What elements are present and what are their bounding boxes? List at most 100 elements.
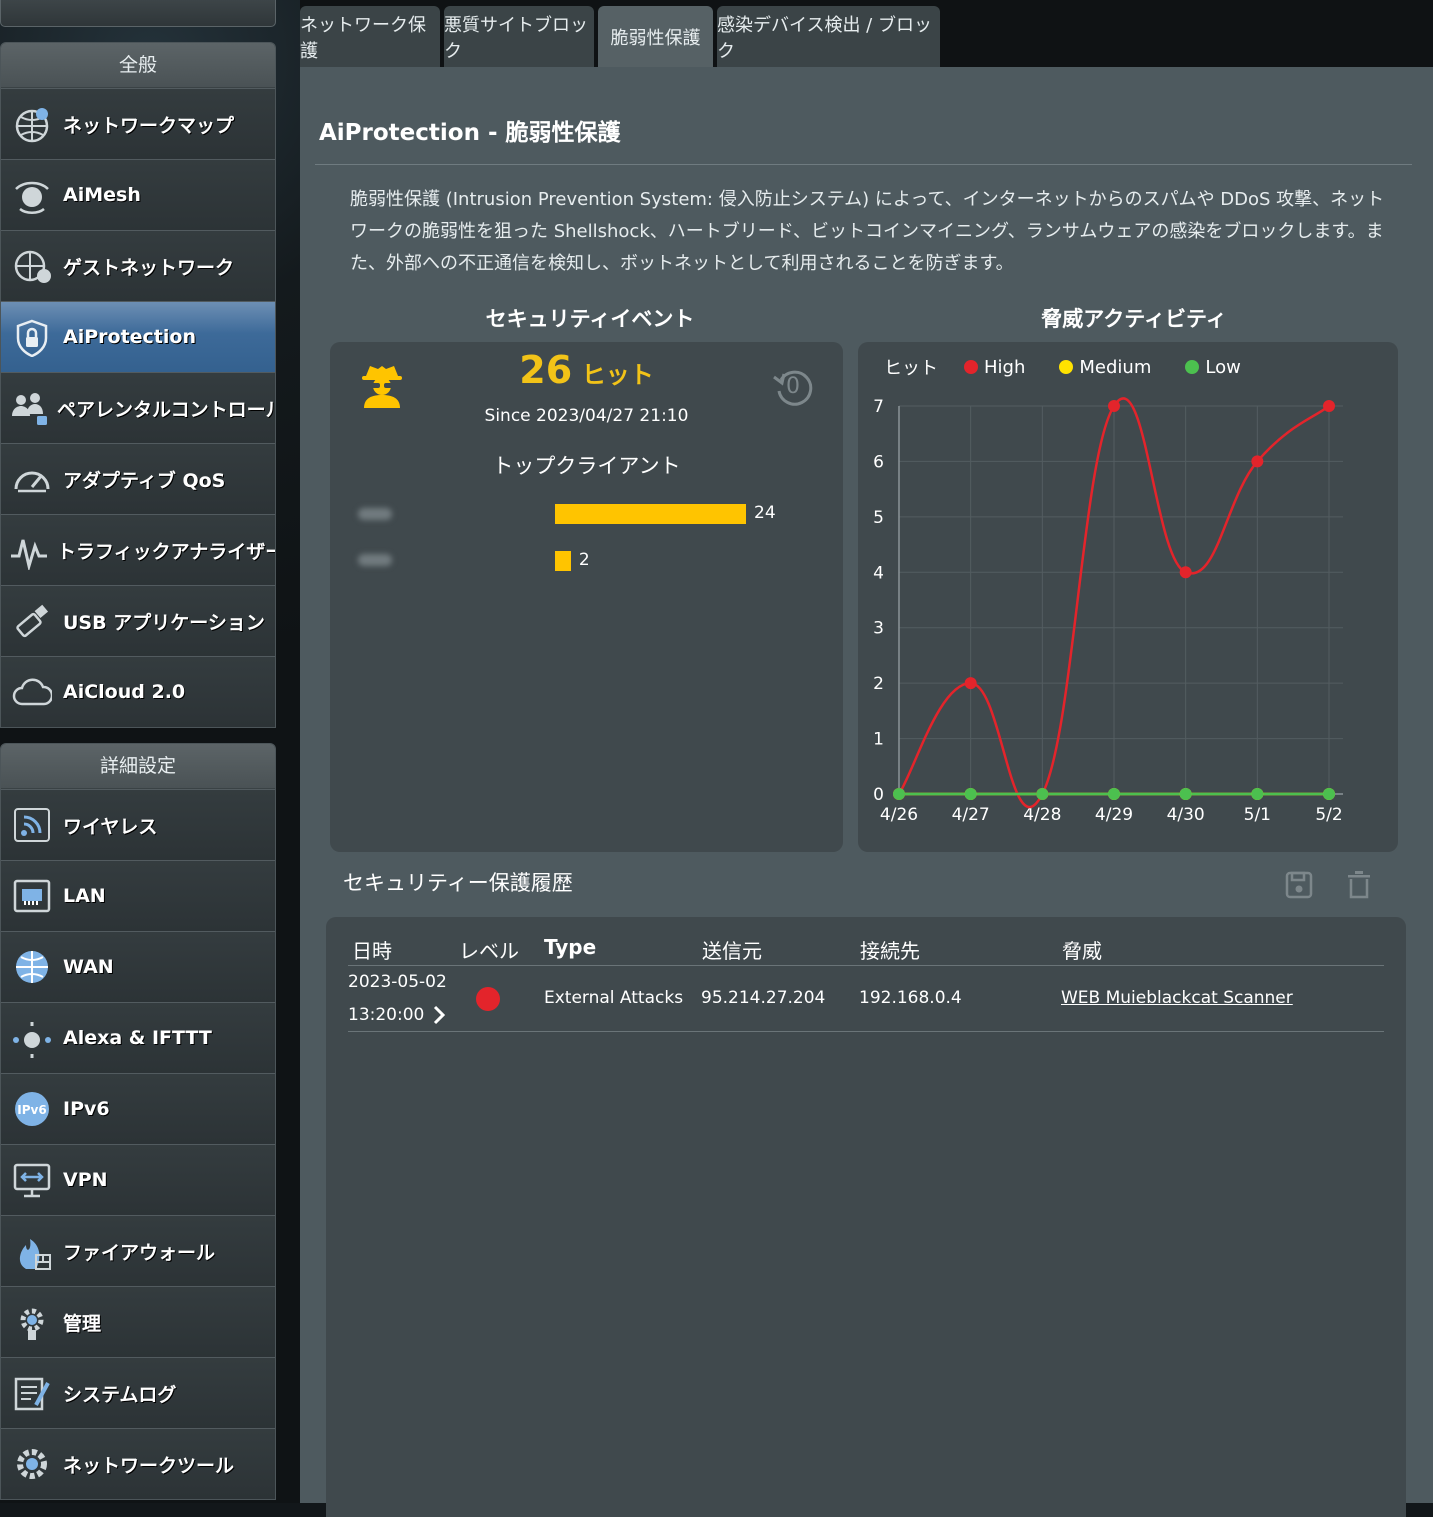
data-point-high [1108, 400, 1120, 412]
sidebar-item-label: WAN [63, 956, 114, 978]
sidebar-item[interactable]: AiProtection [1, 301, 275, 372]
reset-counter-value: 0 [786, 374, 800, 399]
sidebar-group-advanced: 詳細設定 ワイヤレス LAN WAN Alexa & IFTTT IPv6 IPv6 VPN… [0, 743, 276, 1500]
sidebar-item[interactable]: システムログ [1, 1357, 275, 1428]
speedometer-icon [9, 456, 55, 502]
sidebar-item-label: ネットワークマップ [63, 114, 235, 137]
sidebar-item[interactable]: LAN [1, 860, 275, 931]
top-clients-heading: トップクライアント [492, 454, 681, 478]
sidebar-item-label: ワイヤレス [63, 815, 158, 838]
sidebar-item[interactable]: 管理 [1, 1286, 275, 1357]
sidebar-item-label: 管理 [63, 1312, 102, 1335]
sidebar-item[interactable]: トラフィックアナライザー [1, 514, 275, 585]
sidebar-item[interactable]: ワイヤレス [1, 789, 275, 860]
y-tick-label: 0 [873, 785, 884, 805]
history-table: 日時 レベル Type 送信元 接続先 脅威 2023-05-02 13:20:… [326, 917, 1406, 1517]
row-threat-link[interactable]: WEB Muieblackcat Scanner [1061, 988, 1293, 1008]
tab-label: 脆弱性保護 [610, 28, 701, 49]
aimesh-icon [9, 172, 55, 218]
column-header-type: Type [544, 935, 597, 959]
row-time: 13:20:00 [348, 1005, 425, 1025]
shield-lock-icon [9, 314, 55, 360]
client-name-redacted [358, 554, 392, 566]
tab-network-protection[interactable]: ネットワーク保護 [300, 6, 440, 68]
row-divider [348, 1031, 1384, 1032]
client-bar [555, 504, 746, 524]
threat-line-chart: 012345674/26 4/27 4/28 4/29 4/30 5/1 5/2 [873, 397, 1343, 825]
since-timestamp: Since 2023/04/27 21:10 [484, 406, 689, 426]
client-bar [555, 551, 571, 571]
row-destination-ip: 192.168.0.4 [859, 988, 962, 1008]
tab-vulnerability-protection[interactable]: 脆弱性保護 [598, 6, 713, 68]
sidebar-item-label: アダプティブ QoS [63, 469, 226, 492]
threat-activity-card: ヒット High Medium Low 0 1 2 3 4 5 6 7 4/26 4/27 4/28… [858, 342, 1398, 852]
sidebar-item[interactable]: USB アプリケーション [1, 585, 275, 656]
sidebar-item[interactable]: ファイアウォール [1, 1215, 275, 1286]
data-point-low [964, 788, 977, 800]
security-events-card: 26 ヒット Since 2023/04/27 21:10 0 トップクライアン… [330, 342, 843, 852]
sidebar-item[interactable]: ネットワークツール [1, 1428, 275, 1499]
usb-icon [9, 598, 55, 644]
row-type: External Attacks [544, 988, 684, 1008]
header-divider [348, 965, 1384, 966]
sidebar-item[interactable]: ゲストネットワーク [1, 230, 275, 301]
sidebar-item-label: ペアレンタルコントロール [57, 398, 276, 421]
sidebar-item-label: システムログ [63, 1383, 177, 1406]
threat-activity-heading: 脅威アクティビティ [1041, 307, 1227, 331]
title-divider [315, 164, 1412, 165]
sidebar-item[interactable]: IPv6 IPv6 [1, 1073, 275, 1144]
ipv6-icon: IPv6 [9, 1086, 55, 1132]
network-map-icon [9, 101, 55, 147]
page-description: 脆弱性保護 (Intrusion Prevention System: 侵入防止… [350, 189, 1385, 274]
y-tick-label: 1 [873, 730, 884, 750]
x-tick-label: 5/1 [1244, 805, 1271, 825]
column-header-source: 送信元 [702, 939, 762, 963]
client-bar-value: 2 [578, 550, 590, 570]
data-point-low [893, 788, 905, 800]
row-source-ip: 95.214.27.204 [701, 988, 826, 1008]
lan-icon [9, 873, 55, 919]
globe-icon [9, 944, 55, 990]
sidebar-group-heading: 詳細設定 [1, 744, 275, 789]
security-events-heading: セキュリティイベント [485, 307, 695, 331]
sidebar-item[interactable]: AiMesh [1, 159, 275, 230]
column-header-level: レベル [459, 939, 519, 963]
sidebar-item-label: トラフィックアナライザー [57, 540, 276, 563]
tab-label: ネットワーク保護 [300, 15, 426, 62]
wireless-icon [9, 802, 55, 848]
sidebar-item-label: USB アプリケーション [63, 611, 265, 634]
y-tick-label: 2 [873, 674, 884, 694]
tab-malicious-site-block[interactable]: 悪質サイトブロック [444, 6, 594, 68]
chevron-right-icon[interactable] [432, 1005, 446, 1025]
data-point-high [1323, 400, 1335, 412]
network-tools-icon [9, 1441, 55, 1487]
traffic-analyzer-icon [9, 527, 49, 573]
trash-icon[interactable] [1346, 871, 1372, 899]
sidebar-item[interactable]: WAN [1, 931, 275, 1002]
y-tick-label: 4 [873, 563, 884, 583]
sidebar-item-label: ゲストネットワーク [63, 256, 235, 279]
tab-infected-device-block[interactable]: 感染デバイス検出 / ブロック [717, 6, 940, 68]
sidebar-item[interactable]: アダプティブ QoS [1, 443, 275, 514]
sidebar-item[interactable]: ネットワークマップ [1, 88, 275, 159]
sidebar-item[interactable]: VPN [1, 1144, 275, 1215]
data-point-low [1108, 788, 1120, 800]
save-icon[interactable] [1285, 871, 1313, 899]
data-point-low [1323, 788, 1335, 800]
sidebar-group-general: 全般 ネットワークマップ AiMesh ゲストネットワーク AiProtection ペ… [0, 42, 276, 728]
event-count: 26 ヒット [330, 348, 843, 392]
tab-label: 感染デバイス検出 / ブロック [717, 15, 932, 62]
sidebar-item[interactable]: ペアレンタルコントロール [1, 372, 275, 443]
data-point-high [1251, 455, 1264, 468]
sidebar-item[interactable]: AiCloud 2.0 [1, 656, 275, 727]
sidebar-item-label: Alexa & IFTTT [63, 1027, 212, 1049]
sidebar-item[interactable]: Alexa & IFTTT [1, 1002, 275, 1073]
sidebar-item-label: AiCloud 2.0 [63, 681, 186, 703]
sidebar-top-item-stub[interactable] [0, 0, 276, 27]
data-point-low [1251, 788, 1264, 800]
sidebar-item-label: IPv6 [63, 1098, 110, 1120]
sidebar-item-label: ネットワークツール [63, 1454, 235, 1477]
reset-counter-button[interactable]: 0 [770, 364, 816, 410]
sidebar-item-label: AiMesh [63, 184, 141, 206]
data-point-low [1179, 788, 1192, 800]
